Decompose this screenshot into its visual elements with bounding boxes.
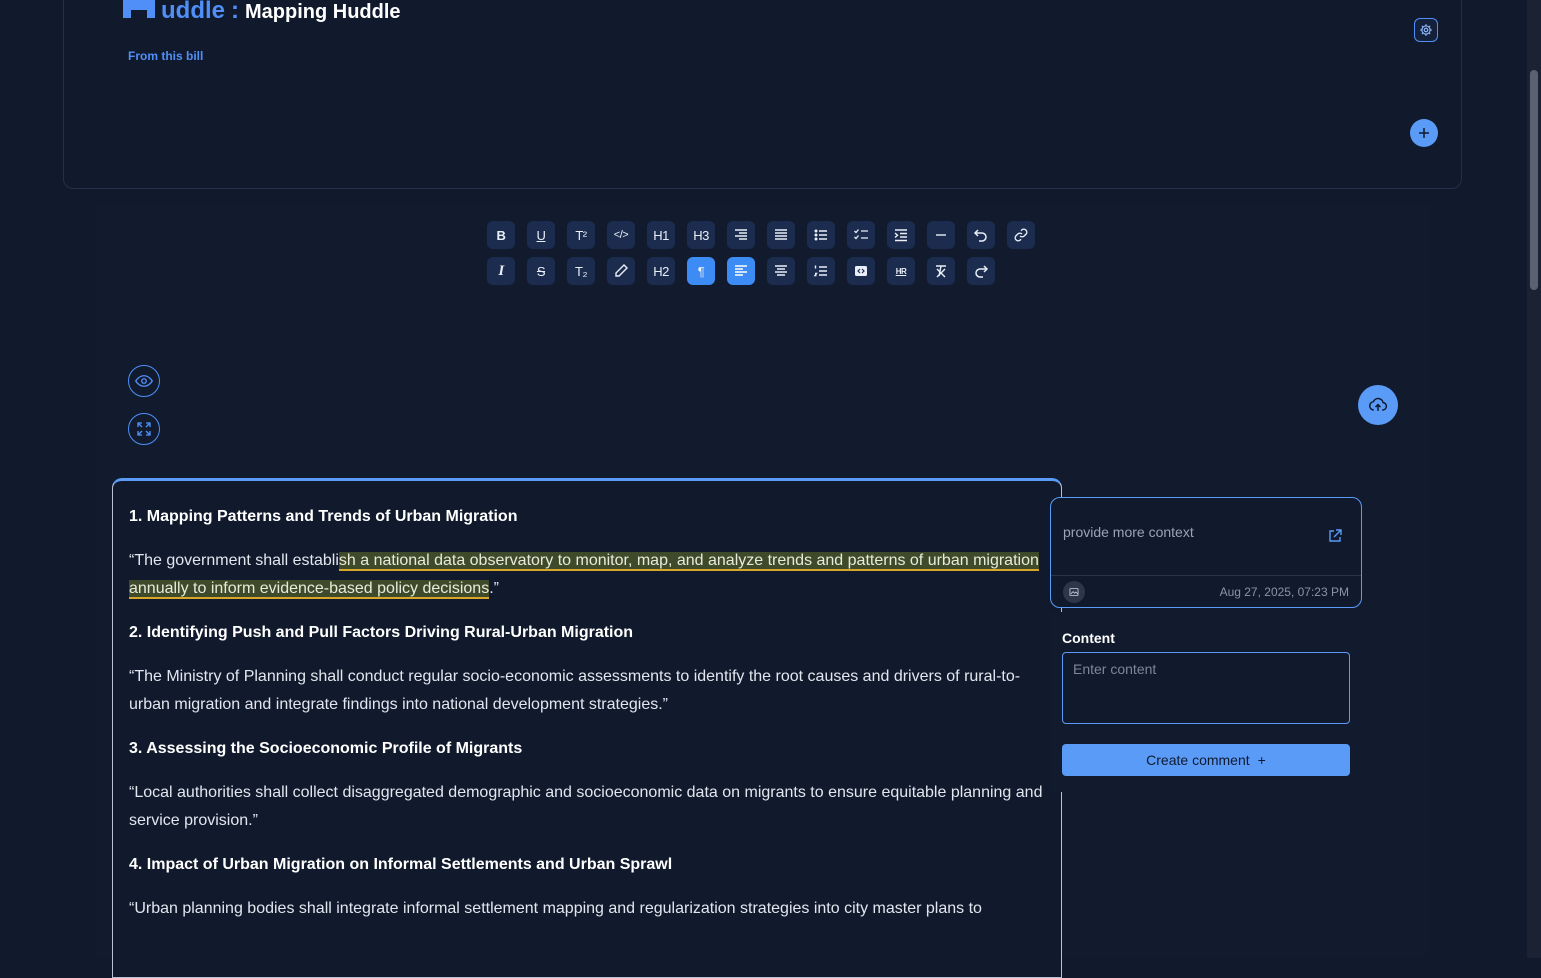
heading-1-button[interactable]: H1 [647, 221, 675, 249]
subscript-button[interactable]: T₂ [567, 257, 595, 285]
link-button[interactable] [1007, 221, 1035, 249]
section-1-text: “The government shall establish a nation… [129, 547, 1044, 603]
horizontal-line-button[interactable] [927, 221, 955, 249]
align-left-button[interactable] [727, 257, 755, 285]
pen-icon [615, 264, 628, 277]
create-comment-button[interactable]: Create comment + [1062, 744, 1350, 776]
gear-icon [1420, 24, 1432, 36]
section-1-text-end: .” [489, 580, 499, 597]
bold-button[interactable]: B [487, 221, 515, 249]
align-justify-button[interactable] [767, 221, 795, 249]
eye-icon [135, 375, 153, 387]
comment-footer: Aug 27, 2025, 07:23 PM [1051, 575, 1361, 607]
paragraph-button[interactable]: ¶ [687, 257, 715, 285]
scrollbar-thumb[interactable] [1530, 70, 1538, 290]
heading-2-button[interactable]: H2 [647, 257, 675, 285]
highlight-button[interactable] [607, 257, 635, 285]
align-right-button[interactable] [727, 221, 755, 249]
document-content: 1. Mapping Patterns and Trends of Urban … [129, 507, 1044, 943]
comment-text: provide more context [1063, 524, 1194, 540]
align-center-icon [775, 265, 787, 276]
toolbar-row-1: B U T² </> H1 H3 [487, 221, 1035, 249]
undo-icon [973, 229, 987, 242]
code-button[interactable]: </> [607, 221, 635, 249]
code-block-icon [855, 266, 867, 276]
code-icon: </> [613, 229, 629, 241]
brand: uddle : Mapping Huddle [123, 0, 401, 25]
underline-button[interactable]: U [527, 221, 555, 249]
bold-icon: B [496, 227, 506, 243]
superscript-button[interactable]: T² [567, 221, 595, 249]
ordered-list-icon [813, 265, 827, 277]
italic-button[interactable]: I [487, 257, 515, 285]
section-3-text: “Local authorities shall collect disaggr… [129, 784, 1043, 829]
huddle-header-card [63, 0, 1462, 189]
clear-format-icon [936, 265, 946, 278]
undo-button[interactable] [967, 221, 995, 249]
preview-button[interactable] [128, 365, 160, 397]
paragraph-icon: ¶ [697, 263, 705, 279]
plus-icon [1419, 128, 1429, 138]
hr-button[interactable]: HR [887, 257, 915, 285]
comment-card[interactable]: provide more context Aug 27, 2025, 07:23… [1050, 497, 1362, 608]
document-editor[interactable]: 1. Mapping Patterns and Trends of Urban … [112, 478, 1062, 978]
ordered-list-button[interactable] [807, 257, 835, 285]
page-title: Mapping Huddle [245, 1, 401, 23]
link-icon [1014, 228, 1028, 242]
brand-separator: : [231, 0, 239, 24]
add-button[interactable] [1410, 119, 1438, 147]
cloud-upload-icon [1368, 397, 1388, 411]
hr-icon: HR [895, 266, 907, 276]
heading-3-icon: H3 [693, 227, 709, 243]
strikethrough-icon: S [536, 263, 546, 279]
avatar [1063, 581, 1085, 603]
section-2-heading: 2. Identifying Push and Pull Factors Dri… [129, 624, 634, 641]
brand-word: uddle [161, 0, 225, 24]
task-list-button[interactable] [847, 221, 875, 249]
align-justify-icon [775, 229, 787, 240]
image-icon [1069, 588, 1079, 596]
align-left-icon [735, 265, 747, 276]
section-1-text-start: “The government shall establi [129, 552, 339, 569]
heading-1-icon: H1 [653, 227, 669, 243]
task-list-icon [854, 229, 868, 240]
underline-icon: U [536, 227, 546, 243]
section-2-text: “The Ministry of Planning shall conduct … [129, 668, 1021, 713]
huddle-logo-icon [123, 0, 155, 18]
section-4-text: “Urban planning bodies shall integrate i… [129, 900, 982, 917]
italic-icon: I [498, 262, 504, 279]
bullet-list-icon [814, 229, 827, 241]
heading-2-icon: H2 [653, 263, 669, 279]
indent-button[interactable] [887, 221, 915, 249]
strikethrough-button[interactable]: S [527, 257, 555, 285]
create-comment-label: Create comment [1146, 752, 1250, 768]
comment-timestamp: Aug 27, 2025, 07:23 PM [1219, 585, 1349, 599]
external-link-icon[interactable] [1327, 528, 1343, 544]
content-label: Content [1062, 630, 1115, 646]
clear-format-button[interactable] [927, 257, 955, 285]
indent-icon [894, 229, 907, 242]
section-4-heading: 4. Impact of Urban Migration on Informal… [129, 856, 673, 873]
subscript-icon: T₂ [575, 263, 588, 279]
toolbar-row-2: I S T₂ H2 ¶ HR [487, 257, 995, 285]
superscript-icon: T² [575, 227, 587, 243]
redo-button[interactable] [967, 257, 995, 285]
from-bill-link[interactable]: From this bill [128, 49, 203, 63]
plus-icon: + [1257, 752, 1266, 768]
section-1-heading: 1. Mapping Patterns and Trends of Urban … [129, 508, 518, 525]
align-center-button[interactable] [767, 257, 795, 285]
section-3-heading: 3. Assessing the Socioeconomic Profile o… [129, 740, 523, 757]
upload-button[interactable] [1358, 385, 1398, 425]
heading-3-button[interactable]: H3 [687, 221, 715, 249]
bullet-list-button[interactable] [807, 221, 835, 249]
redo-icon [975, 265, 989, 278]
fullscreen-button[interactable] [128, 413, 160, 445]
content-input[interactable] [1062, 652, 1350, 724]
settings-button[interactable] [1414, 18, 1438, 42]
align-right-icon [735, 229, 747, 240]
code-block-button[interactable] [847, 257, 875, 285]
minus-icon [936, 234, 946, 236]
expand-icon [137, 422, 151, 436]
